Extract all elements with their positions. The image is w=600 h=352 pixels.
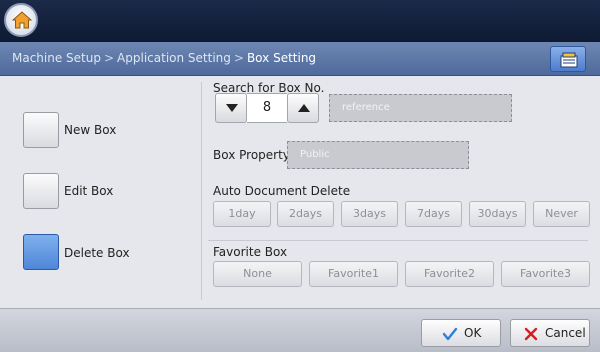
close-icon: [524, 327, 538, 341]
increment-button[interactable]: [287, 93, 319, 123]
favorite-box-label: Favorite Box: [213, 245, 288, 259]
breadcrumb-application-setting[interactable]: Application Setting: [117, 51, 231, 65]
section-divider: [208, 240, 588, 241]
auto-delete-2days[interactable]: 2days: [277, 201, 334, 227]
breadcrumb-machine-setup[interactable]: Machine Setup: [12, 51, 101, 65]
delete-box-label: Delete Box: [64, 246, 130, 260]
breadcrumb: Machine Setup > Application Setting > Box Se…: [12, 51, 316, 65]
ok-button[interactable]: OK: [421, 319, 501, 347]
cancel-button[interactable]: Cancel: [510, 319, 590, 347]
decrement-button[interactable]: [215, 93, 247, 123]
arrow-down-icon: [226, 104, 238, 112]
favorite-3[interactable]: Favorite3: [501, 261, 590, 287]
new-box-label: New Box: [64, 123, 117, 137]
breadcrumb-separator: >: [103, 51, 115, 65]
auto-delete-never[interactable]: Never: [533, 201, 590, 227]
auto-delete-30days[interactable]: 30days: [469, 201, 526, 227]
main-content: New Box Edit Box Delete Box Search for B…: [0, 76, 600, 308]
home-button[interactable]: [4, 3, 38, 37]
favorite-2[interactable]: Favorite2: [405, 261, 494, 287]
top-bar: [0, 0, 600, 42]
home-icon: [12, 11, 32, 29]
auto-delete-7days[interactable]: 7days: [405, 201, 462, 227]
cancel-label: Cancel: [545, 326, 586, 340]
ok-label: OK: [464, 326, 482, 340]
favorite-1[interactable]: Favorite1: [309, 261, 398, 287]
box-number-field[interactable]: 8: [247, 93, 287, 123]
edit-box-label: Edit Box: [64, 184, 114, 198]
breadcrumb-bar: Machine Setup > Application Setting > Box Se…: [0, 42, 600, 76]
breadcrumb-separator: >: [233, 51, 244, 65]
job-status-button[interactable]: [550, 46, 586, 72]
bottom-bar: OK Cancel: [0, 308, 600, 352]
auto-delete-label: Auto Document Delete: [213, 184, 351, 198]
vertical-divider: [201, 82, 202, 300]
box-property-label: Box Property:: [213, 148, 294, 162]
new-box-button[interactable]: [23, 112, 59, 148]
edit-box-button[interactable]: [23, 173, 59, 209]
box-name-field: reference: [329, 94, 512, 122]
auto-delete-1day[interactable]: 1day: [213, 201, 271, 227]
auto-delete-3days[interactable]: 3days: [341, 201, 398, 227]
check-icon: [442, 327, 458, 341]
job-status-icon: [560, 52, 578, 68]
favorite-none[interactable]: None: [213, 261, 302, 287]
delete-box-button[interactable]: [23, 234, 59, 270]
breadcrumb-box-setting: Box Setting: [246, 51, 317, 65]
box-property-field: Public: [287, 141, 469, 169]
arrow-up-icon: [298, 104, 310, 112]
